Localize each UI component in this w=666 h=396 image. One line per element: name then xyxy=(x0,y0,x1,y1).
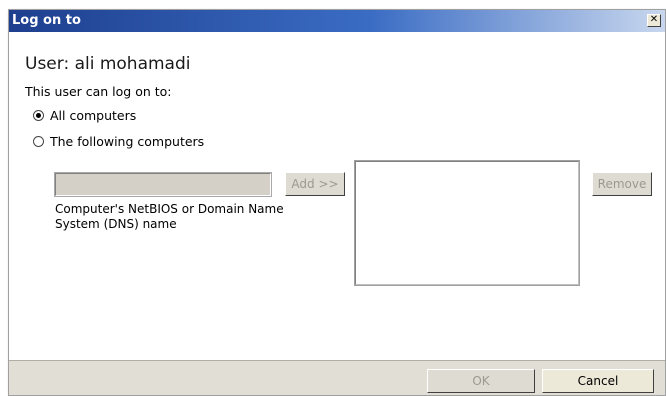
remove-button[interactable]: Remove xyxy=(592,172,652,196)
radio-following-computers-label: The following computers xyxy=(50,134,205,149)
computer-name-input[interactable] xyxy=(54,172,272,197)
cancel-button[interactable]: Cancel xyxy=(542,369,654,393)
computers-list[interactable] xyxy=(354,160,580,286)
radio-selected-icon[interactable] xyxy=(33,110,44,121)
ok-button[interactable]: OK xyxy=(427,369,535,393)
logon-dialog: Log on to ✕ User: ali mohamadi This user… xyxy=(8,9,666,396)
dialog-title: Log on to xyxy=(12,13,81,28)
title-bar: Log on to ✕ xyxy=(9,10,665,32)
radio-unselected-icon[interactable] xyxy=(33,136,44,147)
user-heading: User: ali mohamadi xyxy=(25,54,191,74)
radio-all-computers-label: All computers xyxy=(50,108,137,123)
add-button[interactable]: Add >> xyxy=(285,172,345,196)
logon-description: This user can log on to: xyxy=(25,84,172,99)
computer-name-caption: Computer's NetBIOS or Domain Name System… xyxy=(55,202,284,231)
close-icon: ✕ xyxy=(649,14,659,25)
close-button[interactable]: ✕ xyxy=(647,14,661,27)
